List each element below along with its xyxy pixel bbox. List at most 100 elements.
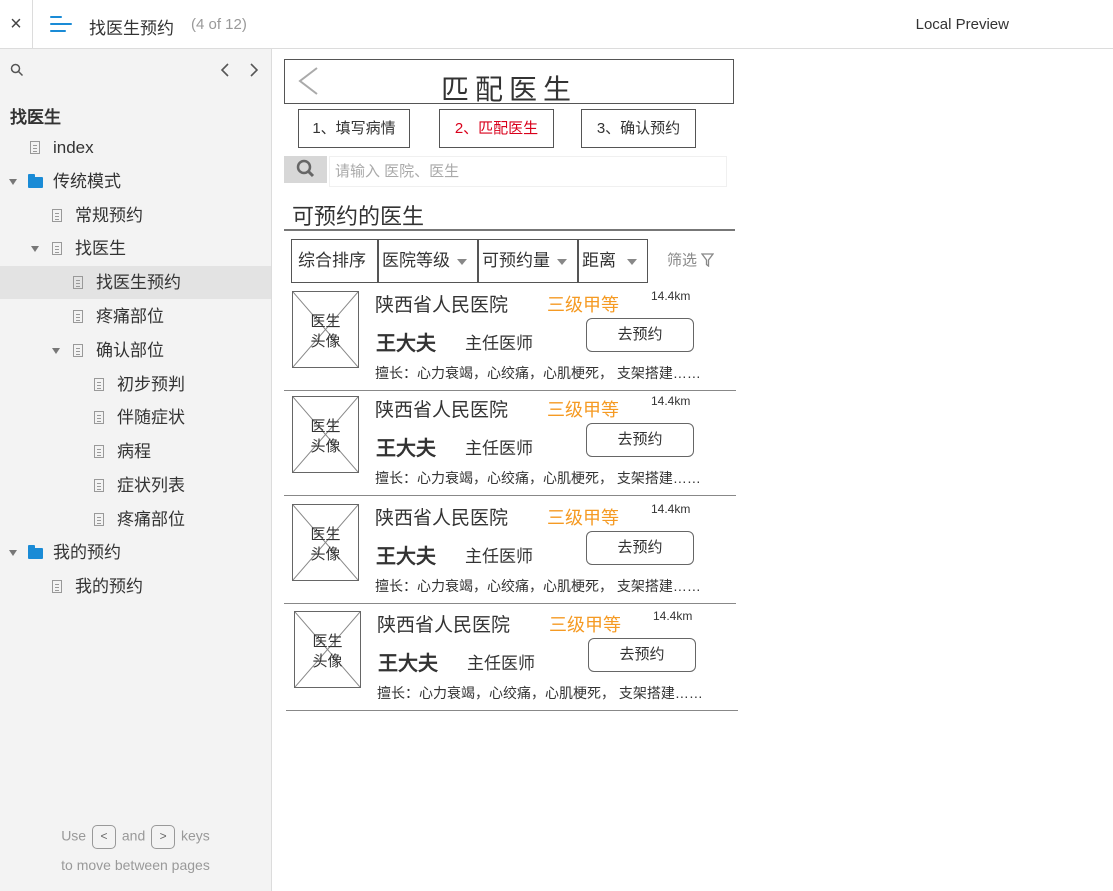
distance: 14.4km [653,609,693,623]
page-icon [73,276,83,289]
filter-hospital-level[interactable]: 医院等级 [378,239,478,283]
expand-icon[interactable] [9,550,17,556]
doctor-title: 主任医师 [465,547,533,566]
sidebar-item-label: 找医生 [75,239,126,258]
sidebar-item-find-doctor-booking[interactable]: 找医生预约 [0,266,271,299]
navigation-hint: Use < and > keys [0,825,271,849]
sidebar-item-confirm-area[interactable]: 确认部位 [0,334,271,367]
hint-text: Use [61,827,87,844]
dropdown-icon [457,259,467,265]
prev-page-icon[interactable] [220,63,230,77]
doctor-expertise: 擅长：心力衰竭，心绞痛，心肌梗死， 支架搭建…… [375,578,701,594]
doctor-name: 王大夫 [376,546,436,568]
close-button[interactable]: × [0,0,33,48]
sidebar-item-symptoms[interactable]: 伴随症状 [0,401,271,434]
page-icon [30,141,40,154]
hospital-name: 陕西省人民医院 [375,295,509,316]
hint-text: keys [181,827,210,844]
distance: 14.4km [651,289,691,303]
sidebar-item-label: index [53,138,94,157]
hospital-grade: 三级甲等 [547,295,619,315]
page-icon [94,411,104,424]
sidebar-item-label: 传统模式 [53,172,121,191]
book-button[interactable]: 去预约 [586,318,694,352]
search-icon [296,159,315,178]
sidebar-item-symptom-list[interactable]: 症状列表 [0,469,271,502]
search-icon[interactable] [10,63,24,77]
filter-availability[interactable]: 可预约量 [478,239,578,283]
doctor-card[interactable]: 医生头像 陕西省人民医院 三级甲等 14.4km 王大夫 主任医师 去预约 擅长… [286,607,738,711]
folder-icon [28,174,43,188]
filter-button[interactable]: 筛选 [649,239,727,283]
local-preview-label: Local Preview [915,16,1009,33]
filter-overall-sort[interactable]: 综合排序 [291,239,378,283]
filter-label: 距离 [582,251,616,270]
filter-distance[interactable]: 距离 [578,239,648,283]
doctor-card[interactable]: 医生头像 陕西省人民医院 三级甲等 14.4km 王大夫 主任医师 去预约 擅长… [284,392,736,496]
sidebar-item-label: 疼痛部位 [117,510,185,529]
doctor-avatar: 医生头像 [292,291,359,368]
expand-icon[interactable] [31,246,39,252]
doctor-avatar: 医生头像 [294,611,361,688]
header-title: 匹配医生 [440,74,577,105]
doctor-title: 主任医师 [467,654,535,673]
sidebar-item-index[interactable]: index [0,131,271,164]
doctor-title: 主任医师 [465,334,533,353]
page-count: (4 of 12) [191,16,247,33]
distance: 14.4km [651,394,691,408]
sidebar-item-label: 初步预判 [117,375,185,394]
page-icon [73,310,83,323]
sidebar-item-pain-area-2[interactable]: 疼痛部位 [0,503,271,536]
page-icon [52,580,62,593]
section-title: 可预约的医生 [292,204,425,229]
filter-label: 可预约量 [482,251,550,270]
sidebar-item-label: 病程 [117,442,151,461]
expand-icon[interactable] [9,179,17,185]
left-key-icon: < [91,825,116,849]
avatar-placeholder-text: 医生头像 [310,313,341,350]
sidebar-item-label: 疼痛部位 [96,307,164,326]
doctor-card[interactable]: 医生头像 陕西省人民医院 三级甲等 14.4km 王大夫 主任医师 去预约 擅长… [284,287,736,391]
hospital-grade: 三级甲等 [549,615,621,635]
step-match-doctor[interactable]: 2、匹配医生 [439,109,554,148]
divider [284,229,735,231]
hospital-grade: 三级甲等 [547,508,619,528]
doctor-name: 王大夫 [378,653,438,675]
expand-icon[interactable] [52,348,60,354]
page-title: 找医生预约 [89,19,174,38]
step-confirm-booking[interactable]: 3、确认预约 [581,109,696,148]
doctor-card[interactable]: 医生头像 陕西省人民医院 三级甲等 14.4km 王大夫 主任医师 去预约 擅长… [284,500,736,604]
sidebar-item-label: 确认部位 [96,341,164,360]
search-input[interactable]: 请输入 医院、医生 [329,156,727,187]
doctor-avatar: 医生头像 [292,504,359,581]
page-icon [94,445,104,458]
page-icon [52,242,62,255]
sidebar-item-find-doctor[interactable]: 找医生 [0,232,271,265]
funnel-icon [700,253,715,268]
menu-icon[interactable] [50,16,72,34]
book-button[interactable]: 去预约 [586,531,694,565]
sidebar-item-label: 常规预约 [75,206,143,225]
sidebar-item-pain-area[interactable]: 疼痛部位 [0,300,271,333]
hospital-grade: 三级甲等 [547,400,619,420]
hospital-name: 陕西省人民医院 [375,508,509,529]
book-button[interactable]: 去预约 [588,638,696,672]
sidebar-item-label: 症状列表 [117,476,185,495]
doctor-title: 主任医师 [465,439,533,458]
folder-icon [28,545,43,559]
doctor-name: 王大夫 [376,438,436,460]
sidebar-item-preliminary[interactable]: 初步预判 [0,368,271,401]
search-button[interactable] [284,156,327,183]
sidebar-item-regular-booking[interactable]: 常规预约 [0,199,271,232]
doctor-expertise: 擅长：心力衰竭，心绞痛，心肌梗死， 支架搭建…… [375,365,701,381]
sidebar-item-my-bookings[interactable]: 我的预约 [0,570,271,603]
sidebar-item-my-bookings-folder[interactable]: 我的预约 [0,536,271,569]
avatar-placeholder-text: 医生头像 [310,526,341,563]
sidebar-item-traditional-mode[interactable]: 传统模式 [0,165,271,198]
top-bar: × 找医生预约 (4 of 12) Local Preview [0,0,1113,49]
sidebar: 找医生 index 传统模式 常规预约 找医生 找医生预约 疼痛部位 确认部位 … [0,49,272,891]
next-page-icon[interactable] [249,63,259,77]
step-fill-condition[interactable]: 1、填写病情 [298,109,410,148]
sidebar-item-course[interactable]: 病程 [0,435,271,468]
book-button[interactable]: 去预约 [586,423,694,457]
